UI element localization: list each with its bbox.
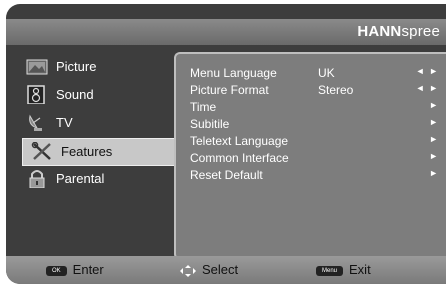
menu-row-time[interactable]: Time ► xyxy=(190,100,445,116)
sidebar-item-label: TV xyxy=(56,115,73,130)
sidebar-item-label: Picture xyxy=(56,59,97,74)
right-arrow-icon: ► xyxy=(429,134,439,144)
left-right-arrows-icon: ◄ ► xyxy=(415,66,439,76)
exit-hint: Menu Exit xyxy=(316,262,371,277)
help-bar: OK Enter Select Menu Exit xyxy=(6,256,446,284)
tv-osd-frame: HANNspree Picture Sound TV Features Pare… xyxy=(6,4,446,284)
right-arrow-icon: ► xyxy=(429,117,439,127)
lock-icon xyxy=(29,170,45,188)
right-arrow-icon: ► xyxy=(429,168,439,178)
right-arrow-icon: ► xyxy=(429,100,439,110)
speaker-icon xyxy=(27,85,45,104)
tools-icon xyxy=(31,142,51,160)
navigation-arrows-icon xyxy=(180,264,196,277)
enter-hint: OK Enter xyxy=(46,262,104,277)
satellite-dish-icon xyxy=(29,114,42,131)
sidebar-item-label: Sound xyxy=(56,87,94,102)
sidebar-item-features[interactable]: Features xyxy=(22,138,176,166)
sidebar-item-sound[interactable]: Sound xyxy=(18,82,174,108)
menu-row-teletext-language[interactable]: Teletext Language ► xyxy=(190,134,445,150)
sidebar-item-parental[interactable]: Parental xyxy=(18,166,174,192)
menu-key-icon: Menu xyxy=(316,265,344,276)
menu-row-common-interface[interactable]: Common Interface ► xyxy=(190,151,445,167)
sidebar-item-tv[interactable]: TV xyxy=(18,110,174,136)
brand-logo: HANNspree xyxy=(357,23,440,40)
menu-row-picture-format[interactable]: Picture Format Stereo ◄ ► xyxy=(190,83,445,99)
sidebar-item-label: Parental xyxy=(56,171,105,186)
sidebar: Picture Sound TV Features Parental xyxy=(14,54,176,254)
sidebar-item-picture[interactable]: Picture xyxy=(18,54,174,80)
right-arrow-icon: ► xyxy=(429,151,439,161)
select-hint: Select xyxy=(180,262,238,277)
ok-key-icon: OK xyxy=(46,265,67,276)
sidebar-item-label: Features xyxy=(61,144,113,159)
menu-row-menu-language[interactable]: Menu Language UK ◄ ► xyxy=(190,66,445,82)
picture-icon xyxy=(26,59,48,75)
menu-row-reset-default[interactable]: Reset Default ► xyxy=(190,168,445,184)
picture-format-value: Stereo xyxy=(318,83,354,97)
menu-row-subtitle[interactable]: Subitile ► xyxy=(190,117,445,133)
left-right-arrows-icon: ◄ ► xyxy=(415,83,439,93)
features-menu-panel: Menu Language UK ◄ ► Picture Format Ster… xyxy=(174,52,446,260)
title-bar: HANNspree xyxy=(6,19,446,45)
menu-language-value: UK xyxy=(318,66,335,80)
